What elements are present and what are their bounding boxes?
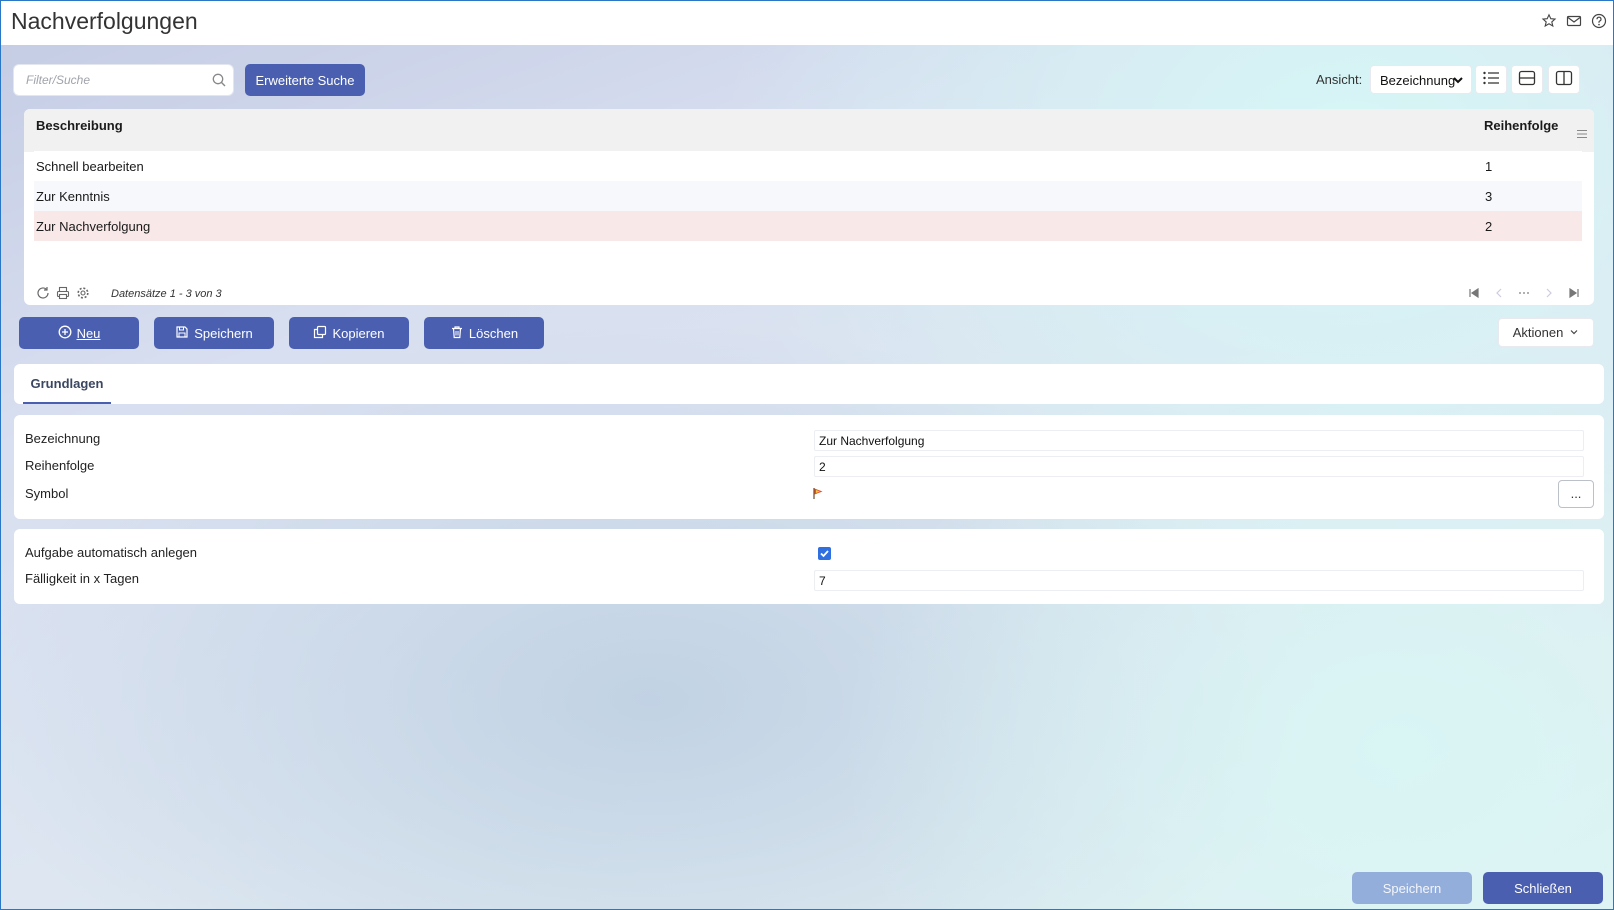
header-icons	[1541, 13, 1607, 29]
print-icon[interactable]	[56, 286, 70, 300]
grid-footer-icons	[36, 286, 90, 300]
new-label: Neu	[76, 325, 101, 341]
view-select[interactable]: Bezeichnung	[1370, 65, 1472, 94]
list-toolbar: Erweiterte Suche Ansicht: Bezeichnung	[13, 64, 1593, 96]
close-button[interactable]: Schließen	[1483, 872, 1603, 904]
symbol-picker-button[interactable]: ...	[1558, 480, 1594, 508]
copy-button[interactable]: Kopieren	[289, 317, 409, 349]
footer-save-button[interactable]: Speichern	[1352, 872, 1472, 904]
split-vertical-icon	[1555, 70, 1573, 89]
flag-icon	[812, 486, 826, 500]
delete-label: Löschen	[468, 325, 519, 341]
table-row[interactable]: Zur Kenntnis 3	[34, 181, 1582, 211]
bezeichnung-field[interactable]: Zur Nachverfolgung	[814, 430, 1584, 451]
page-title: Nachverfolgungen	[11, 8, 198, 34]
help-icon[interactable]	[1591, 13, 1607, 29]
advanced-search-label: Erweiterte Suche	[255, 72, 355, 88]
split-horizontal-icon	[1518, 70, 1536, 89]
split-vertical-button[interactable]	[1548, 65, 1580, 94]
auto-task-label: Aufgabe automatisch anlegen	[25, 545, 198, 560]
actions-dropdown[interactable]: Aktionen	[1498, 318, 1594, 347]
cell-reihenfolge: 2	[1485, 219, 1493, 234]
delete-button[interactable]: Löschen	[424, 317, 544, 349]
new-button[interactable]: Neu	[19, 317, 139, 349]
next-page-icon[interactable]	[1542, 286, 1556, 300]
column-header-reihenfolge[interactable]: Reihenfolge	[1484, 118, 1558, 133]
title-bar: Nachverfolgungen	[1, 1, 1613, 45]
faelligkeit-label: Fälligkeit in x Tagen	[25, 571, 139, 586]
reihenfolge-field[interactable]: 2	[814, 456, 1584, 477]
prev-page-icon[interactable]	[1492, 286, 1506, 300]
cell-beschreibung: Schnell bearbeiten	[36, 159, 144, 174]
save-label: Speichern	[194, 325, 253, 341]
list-icon	[1482, 70, 1500, 89]
refresh-icon[interactable]	[36, 286, 50, 300]
more-pages-icon[interactable]	[1517, 286, 1531, 300]
symbol-label: Symbol	[25, 486, 69, 501]
settings-icon[interactable]	[76, 286, 90, 300]
column-menu-icon[interactable]	[1576, 127, 1588, 138]
advanced-search-button[interactable]: Erweiterte Suche	[245, 64, 365, 96]
copy-icon	[313, 325, 327, 342]
records-count: Datensätze 1 - 3 von 3	[111, 288, 222, 300]
pager	[1467, 286, 1581, 300]
list-view-button[interactable]	[1475, 65, 1507, 94]
split-horizontal-button[interactable]	[1511, 65, 1543, 94]
chevron-down-icon	[1569, 325, 1579, 340]
cell-reihenfolge: 3	[1485, 189, 1493, 204]
close-label: Schließen	[1514, 880, 1572, 896]
grid-header: Beschreibung Reihenfolge	[24, 109, 1594, 152]
table-row[interactable]: Schnell bearbeiten 1	[34, 151, 1582, 181]
bezeichnung-label: Bezeichnung	[25, 431, 101, 446]
save-icon	[175, 325, 189, 342]
actions-dropdown-label: Aktionen	[1512, 325, 1564, 340]
first-page-icon[interactable]	[1467, 286, 1481, 300]
basics-panel: Bezeichnung Zur Nachverfolgung Reihenfol…	[14, 415, 1604, 519]
plus-circle-icon	[58, 325, 72, 342]
mail-icon[interactable]	[1566, 13, 1582, 29]
cell-beschreibung: Zur Nachverfolgung	[36, 219, 151, 234]
faelligkeit-field[interactable]: 7	[814, 570, 1584, 591]
search-input[interactable]	[26, 73, 201, 87]
tab-grundlagen[interactable]: Grundlagen	[23, 364, 111, 404]
view-select-value: Bezeichnung	[1380, 73, 1456, 88]
search-box	[13, 64, 234, 96]
table-row-selected[interactable]: Zur Nachverfolgung 2	[34, 211, 1582, 241]
tab-bar: Grundlagen	[14, 364, 1604, 404]
task-panel: Aufgabe automatisch anlegen Fälligkeit i…	[14, 529, 1604, 604]
view-label: Ansicht:	[1316, 72, 1363, 87]
column-header-beschreibung[interactable]: Beschreibung	[36, 118, 123, 133]
reihenfolge-label: Reihenfolge	[25, 458, 95, 473]
auto-task-checkbox[interactable]	[818, 547, 831, 560]
footer-save-label: Speichern	[1382, 880, 1442, 896]
star-icon[interactable]	[1541, 13, 1557, 29]
trash-icon	[450, 325, 464, 342]
last-page-icon[interactable]	[1567, 286, 1581, 300]
chevron-down-icon	[1452, 74, 1464, 86]
save-button[interactable]: Speichern	[154, 317, 274, 349]
copy-label: Kopieren	[332, 325, 385, 341]
search-icon[interactable]	[211, 72, 227, 88]
cell-beschreibung: Zur Kenntnis	[36, 189, 110, 204]
cell-reihenfolge: 1	[1485, 159, 1493, 174]
